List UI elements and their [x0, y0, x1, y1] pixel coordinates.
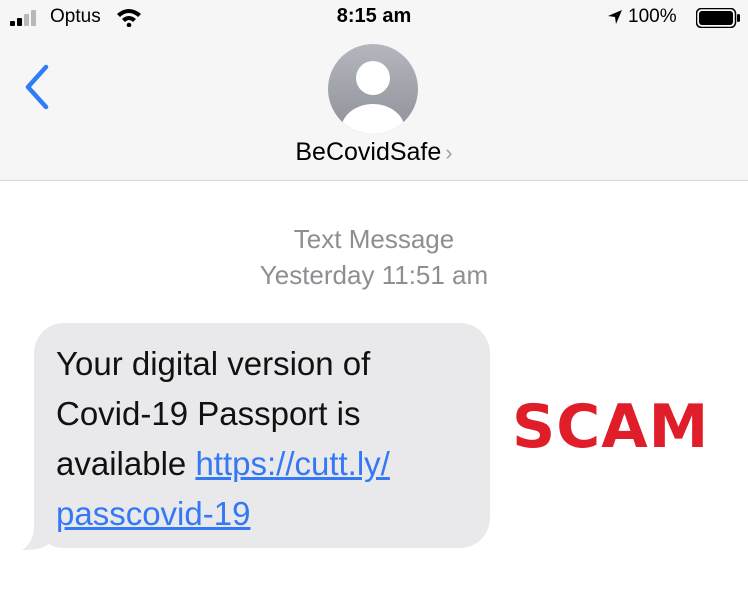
message-meta: Text Message Yesterday 11:51 am: [0, 222, 748, 292]
contact-name-button[interactable]: BeCovidSafe ›: [0, 138, 748, 167]
status-bar: Optus 8:15 am 100%: [0, 0, 748, 36]
chevron-left-icon[interactable]: [20, 62, 56, 112]
battery-percentage: 100%: [628, 6, 677, 27]
message-link[interactable]: https://cutt.ly/: [195, 445, 389, 482]
message-link-continued[interactable]: passcovid-19: [56, 495, 250, 532]
message-text-line: Your digital version of: [56, 345, 371, 382]
message-text-line: Covid-19 Passport is: [56, 395, 361, 432]
message-bubble[interactable]: Your digital version of Covid-19 Passpor…: [34, 323, 490, 548]
battery-icon: [696, 8, 740, 28]
scam-warning-label: SCAM: [512, 392, 710, 462]
contact-name: BeCovidSafe: [295, 138, 442, 166]
message-text-line: available: [56, 445, 187, 482]
message-type-label: Text Message: [293, 224, 455, 254]
message-timestamp: Yesterday 11:51 am: [259, 260, 489, 290]
conversation-header: Optus 8:15 am 100% BeCovidSafe ›: [0, 0, 748, 181]
chevron-right-icon: ›: [445, 140, 453, 165]
location-arrow-icon: [608, 10, 622, 24]
person-avatar-icon[interactable]: [328, 44, 418, 134]
